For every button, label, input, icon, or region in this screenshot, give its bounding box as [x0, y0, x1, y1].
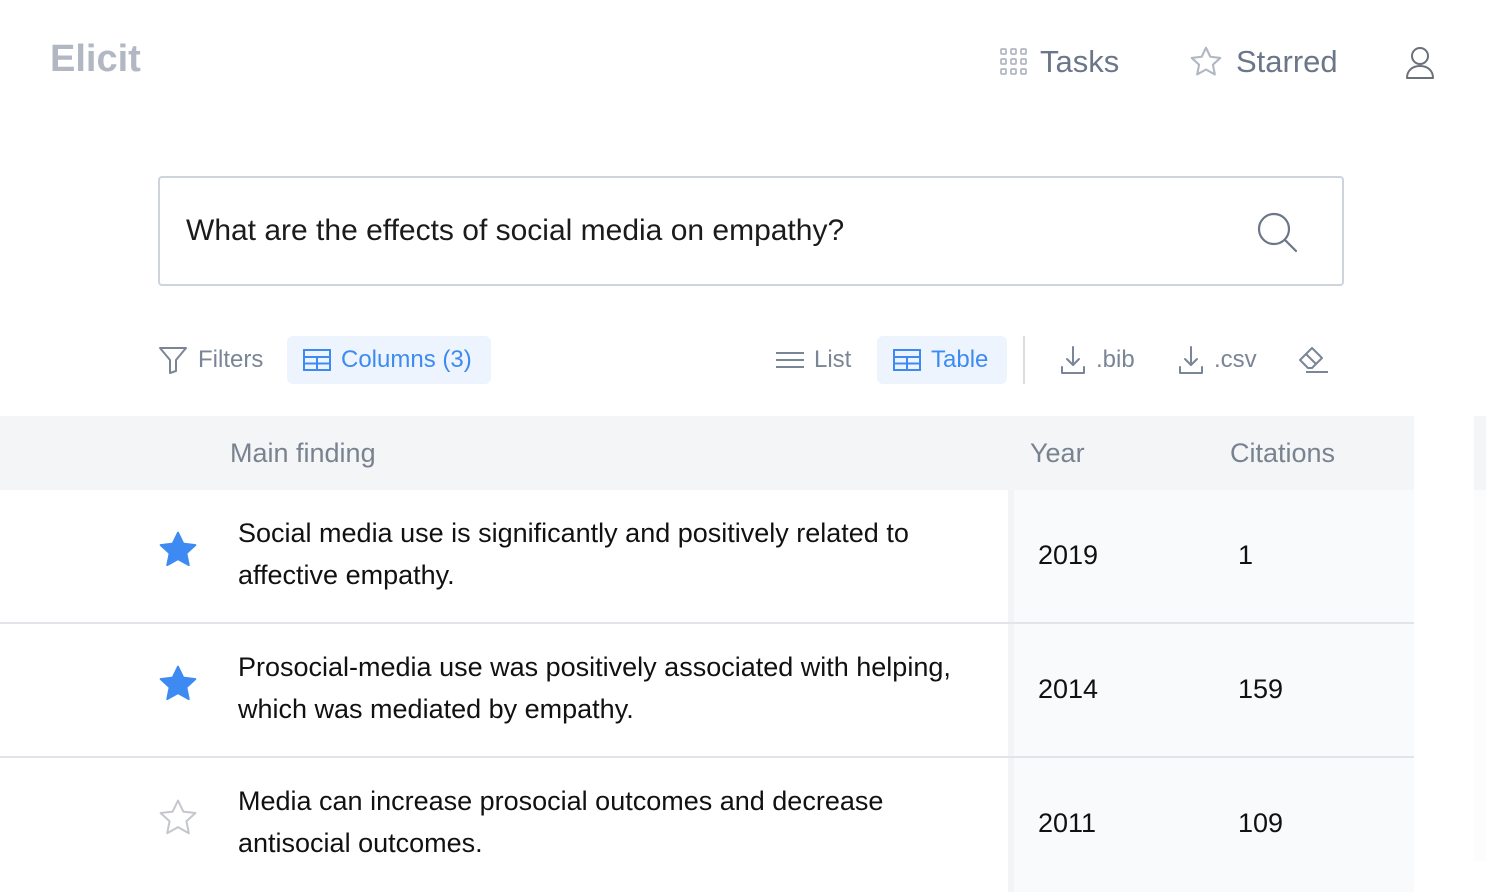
citations-value: 109 — [1238, 808, 1284, 838]
star-filled-icon[interactable] — [156, 662, 200, 706]
table-row[interactable]: Prosocial-media use was positively assoc… — [0, 624, 1414, 758]
search-box — [158, 176, 1344, 286]
column-header-citations[interactable]: Citations — [1230, 416, 1335, 490]
user-menu-button[interactable] — [1404, 46, 1448, 80]
list-view-button[interactable]: List — [776, 336, 851, 384]
star-outline-icon — [1190, 46, 1222, 76]
nav-starred-label: Starred — [1236, 44, 1338, 79]
download-icon — [1179, 346, 1203, 374]
finding-text[interactable]: Media can increase prosocial outcomes an… — [238, 780, 998, 864]
year-value: 2019 — [1038, 540, 1099, 570]
columns-button[interactable]: Columns (3) — [287, 336, 491, 384]
column-header-main-finding[interactable]: Main finding — [230, 416, 376, 490]
citations-value: 1 — [1238, 540, 1254, 570]
table-view-button[interactable]: Table — [877, 336, 1007, 384]
finding-text[interactable]: Social media use is significantly and po… — [238, 512, 998, 596]
table-header: Main finding Year Citations — [0, 416, 1414, 490]
table-icon — [303, 349, 331, 371]
finding-text[interactable]: Prosocial-media use was positively assoc… — [238, 646, 998, 730]
user-icon — [1406, 47, 1434, 79]
star-outline-icon[interactable] — [156, 796, 200, 840]
search-icon[interactable] — [1256, 211, 1300, 255]
table-icon — [893, 349, 921, 371]
filter-icon — [159, 347, 187, 374]
year-value: 2011 — [1038, 808, 1097, 838]
column-header-year[interactable]: Year — [1030, 416, 1085, 490]
columns-label: Columns (3) — [341, 346, 472, 373]
download-icon — [1061, 346, 1085, 374]
table-row[interactable]: Media can increase prosocial outcomes an… — [0, 758, 1414, 892]
citations-value: 159 — [1238, 674, 1284, 704]
clear-button[interactable] — [1298, 336, 1340, 384]
eraser-icon — [1299, 347, 1328, 373]
star-filled-icon[interactable] — [156, 528, 200, 572]
filters-label: Filters — [198, 346, 264, 373]
year-value: 2014 — [1038, 674, 1099, 704]
list-icon — [776, 352, 804, 368]
adjacent-column-header — [1474, 416, 1486, 490]
table-label: Table — [931, 346, 989, 373]
download-csv-button[interactable]: .csv — [1178, 336, 1257, 384]
download-bib-button[interactable]: .bib — [1060, 336, 1135, 384]
filters-button[interactable]: Filters — [158, 336, 263, 384]
nav-starred[interactable]: Starred — [1188, 44, 1338, 80]
search-input[interactable] — [186, 178, 1246, 284]
grid-icon — [1000, 48, 1027, 75]
list-label: List — [814, 346, 852, 373]
table-row[interactable]: Social media use is significantly and po… — [0, 490, 1414, 624]
bib-label: .bib — [1096, 346, 1135, 373]
app-logo[interactable]: Elicit — [50, 38, 141, 81]
csv-label: .csv — [1214, 346, 1257, 373]
toolbar-divider — [1023, 336, 1025, 384]
nav-tasks-label: Tasks — [1040, 44, 1120, 79]
nav-tasks[interactable]: Tasks — [1000, 44, 1119, 80]
